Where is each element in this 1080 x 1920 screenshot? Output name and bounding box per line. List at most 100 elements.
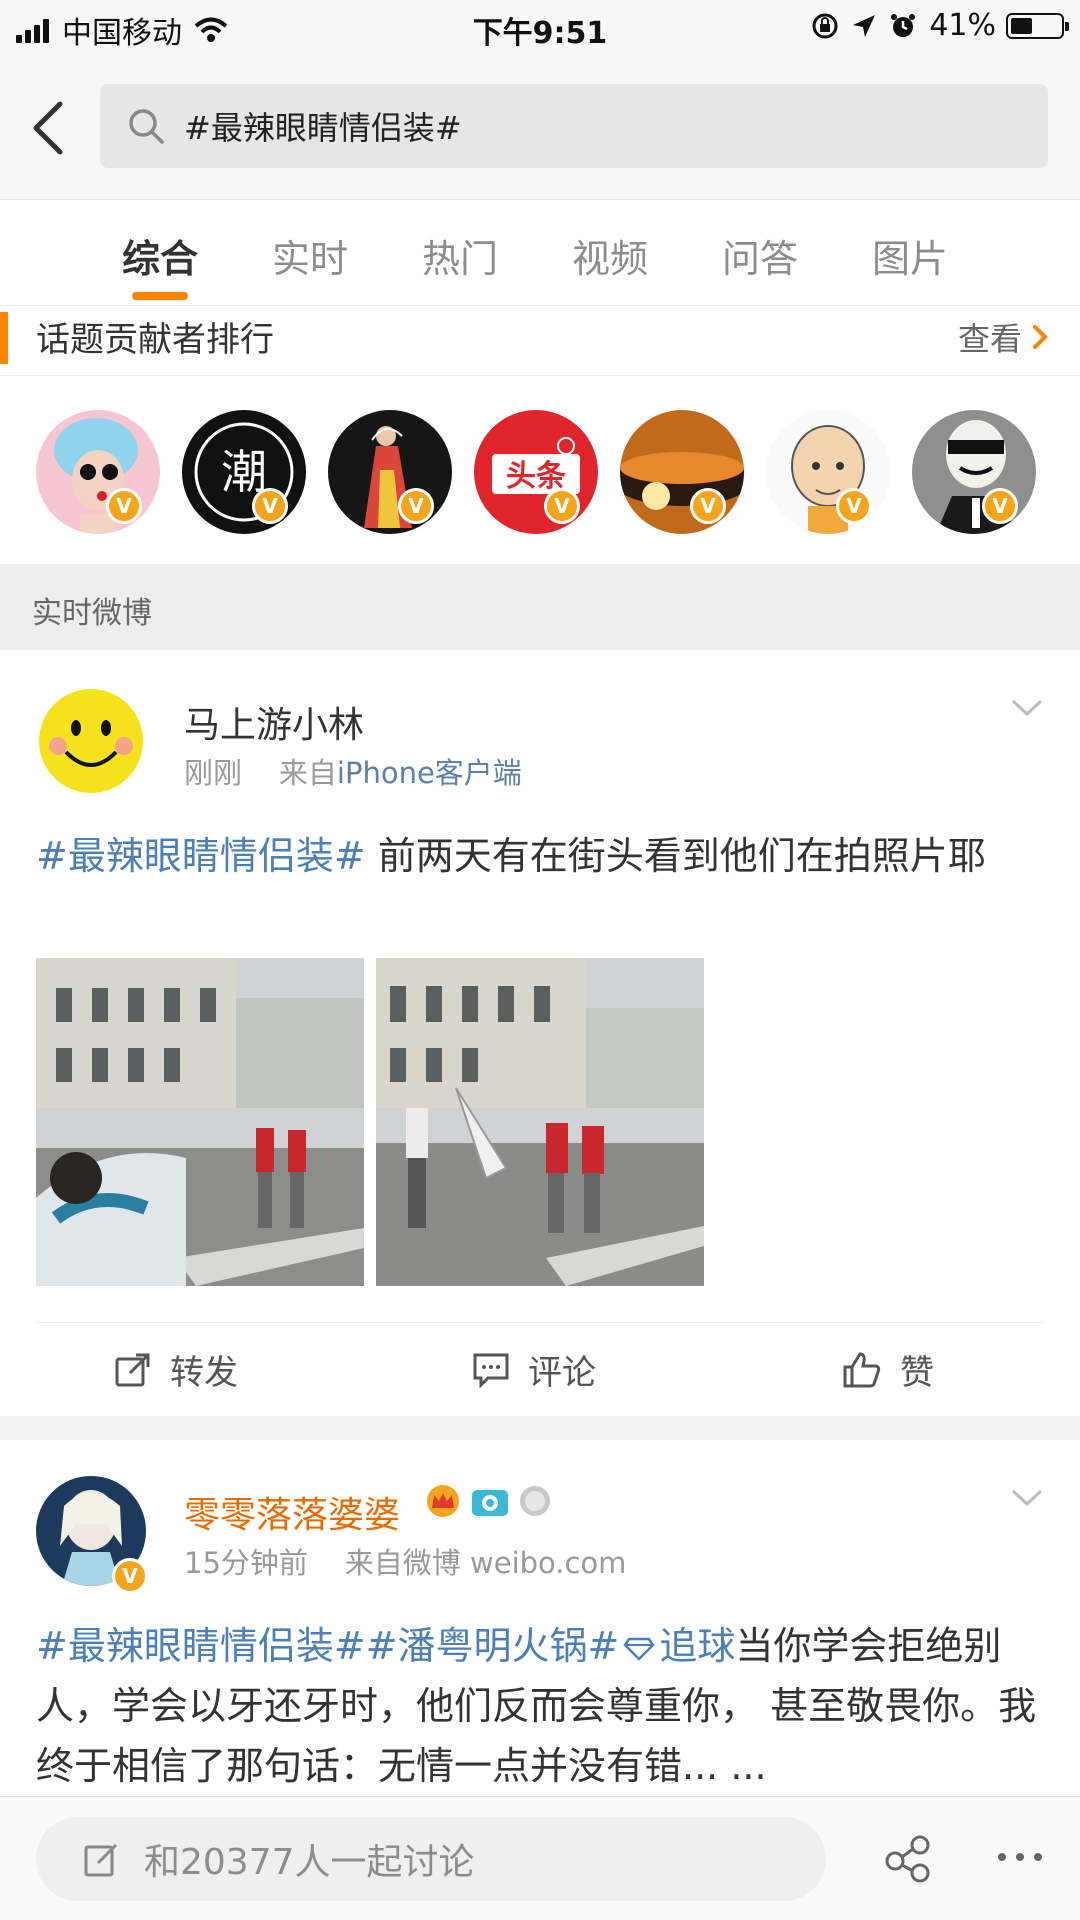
like-button[interactable]: 赞 <box>842 1345 934 1394</box>
post-meta: 15分钟前 来自微博 weibo.com <box>184 1540 626 1582</box>
topic-link[interactable]: #最辣眼睛情侣装# <box>36 1624 366 1668</box>
diamond-icon <box>623 1637 655 1661</box>
tab-video[interactable]: 视频 <box>550 228 670 283</box>
avatar-image <box>912 410 1036 534</box>
like-label: 赞 <box>900 1353 934 1393</box>
chevron-right-icon <box>1033 325 1048 349</box>
location-icon <box>853 14 876 37</box>
battery-fill <box>1011 17 1032 34</box>
avatar[interactable] <box>36 686 146 796</box>
section-label-realtime: 实时微博 <box>0 564 1080 650</box>
contributor-avatar-row: V 潮 V V 头条 V V V V <box>0 410 1080 540</box>
verified-badge: V <box>398 488 434 524</box>
repost-icon <box>115 1353 150 1386</box>
medal-icon <box>518 1484 552 1522</box>
contributor-avatar[interactable] <box>328 410 452 534</box>
search-header: #最辣眼睛情侣装# <box>0 56 1080 200</box>
search-icon <box>129 109 164 144</box>
post-source-prefix: 来自微博 <box>344 1546 461 1580</box>
verified-badge: V <box>112 1558 148 1594</box>
view-label: 查看 <box>957 320 1022 358</box>
post-source-prefix: 来自 <box>278 756 337 790</box>
search-query: #最辣眼睛情侣装# <box>184 109 462 147</box>
tab-pictures[interactable]: 图片 <box>850 228 970 283</box>
post-body: 前两天有在街头看到他们在拍照片耶 <box>365 834 986 878</box>
comment-icon <box>473 1353 509 1388</box>
discuss-input[interactable]: 和20377人一起讨论 <box>36 1817 826 1901</box>
contributors-title: 话题贡献者排行 <box>36 320 274 360</box>
thumbs-up-icon <box>843 1351 881 1387</box>
verified-badge: V <box>982 488 1018 524</box>
post-photo[interactable] <box>376 958 704 1286</box>
contributors-header: 话题贡献者排行 查看 <box>0 306 1080 376</box>
comment-button[interactable]: 评论 <box>472 1345 596 1394</box>
contributor-avatar[interactable] <box>766 410 890 534</box>
crown-icon <box>424 1484 462 1522</box>
tab-qa[interactable]: 问答 <box>700 228 820 283</box>
more-icon[interactable] <box>994 1831 1046 1883</box>
tab-bar: 综合 实时 热门 视频 问答 图片 <box>0 200 1080 306</box>
back-arrow-icon <box>33 101 63 155</box>
rotation-lock-icon <box>812 13 838 38</box>
chevron-down-icon[interactable] <box>1010 1488 1044 1508</box>
topic-link[interactable]: #最辣眼睛情侣装# <box>36 834 366 878</box>
contributor-avatar[interactable] <box>912 410 1036 534</box>
topic-link[interactable]: #潘粤明火锅# <box>366 1624 620 1668</box>
verified-badge: V <box>836 488 872 524</box>
contributor-avatar[interactable] <box>620 410 744 534</box>
chevron-down-icon[interactable] <box>1010 698 1044 718</box>
topic-contributors: 话题贡献者排行 查看 V 潮 V V 头条 V V V V <box>0 306 1080 564</box>
user-badges <box>424 1484 560 1522</box>
discuss-placeholder: 和20377人一起讨论 <box>144 1842 475 1883</box>
post-username[interactable]: 马上游小林 <box>184 696 364 748</box>
street-photo-image <box>36 958 364 1286</box>
post-meta: 刚刚 来自iPhone客户端 <box>184 750 522 792</box>
verified-badge: V <box>252 488 288 524</box>
verified-badge: V <box>544 488 580 524</box>
avatar-image <box>328 410 452 534</box>
view-ranking-link[interactable]: 查看 <box>958 314 1050 360</box>
post-time: 刚刚 <box>184 756 243 790</box>
share-icon[interactable] <box>884 1831 932 1883</box>
camera-icon <box>470 1484 510 1522</box>
post-actions: 转发 评论 赞 <box>36 1322 1044 1416</box>
avatar-image <box>36 410 160 534</box>
contributor-avatar[interactable] <box>36 410 160 534</box>
battery-icon <box>1006 12 1069 39</box>
post-source: weibo.com <box>470 1546 627 1580</box>
post-text: #最辣眼睛情侣装##潘粤明火锅# 追球当你学会拒绝别人，学会以牙还牙时，他们反而会… <box>36 1616 1044 1796</box>
active-tab-indicator <box>132 292 188 300</box>
feed-post[interactable]: V 零零落落婆婆 15分钟前 来自微博 weibo.com #最辣眼睛情侣装##… <box>0 1440 1080 1796</box>
post-source[interactable]: iPhone客户端 <box>337 756 522 790</box>
section-accent-bar <box>0 312 8 364</box>
contributor-avatar[interactable]: 头条 <box>474 410 598 534</box>
smiley-avatar-image <box>36 686 146 796</box>
avatar-image <box>766 410 890 534</box>
comment-label: 评论 <box>528 1353 596 1393</box>
post-time: 15分钟前 <box>184 1546 308 1580</box>
avatar-image: 潮 <box>182 410 306 534</box>
repost-button[interactable]: 转发 <box>114 1345 238 1394</box>
status-right: 41% <box>811 8 1069 43</box>
tab-all[interactable]: 综合 <box>100 228 220 283</box>
avatar-image: 头条 <box>474 410 598 534</box>
contributor-avatar[interactable]: 潮 <box>182 410 306 534</box>
bottom-bar: 和20377人一起讨论 <box>0 1796 1080 1920</box>
edit-icon <box>84 1843 118 1877</box>
search-input[interactable]: #最辣眼睛情侣装# <box>100 84 1048 168</box>
alarm-icon <box>891 13 916 37</box>
avatar-image <box>620 410 744 534</box>
tab-hot[interactable]: 热门 <box>400 228 520 283</box>
post-photo[interactable] <box>36 958 364 1286</box>
status-bar: 中国移动 下午9:51 41% <box>0 0 1080 56</box>
feed-post[interactable]: 马上游小林 刚刚 来自iPhone客户端 #最辣眼睛情侣装# 前两天有在街头看到… <box>0 650 1080 1416</box>
verified-badge: V <box>106 488 142 524</box>
back-button[interactable] <box>24 96 80 160</box>
post-username[interactable]: 零零落落婆婆 <box>184 1486 400 1538</box>
repost-label: 转发 <box>170 1353 238 1393</box>
verified-badge: V <box>690 488 726 524</box>
post-text: #最辣眼睛情侣装# 前两天有在街头看到他们在拍照片耶 <box>36 826 1044 886</box>
battery-percent: 41% <box>929 8 996 43</box>
tab-realtime[interactable]: 实时 <box>250 228 370 283</box>
topic-link[interactable]: 追球 <box>659 1624 735 1668</box>
